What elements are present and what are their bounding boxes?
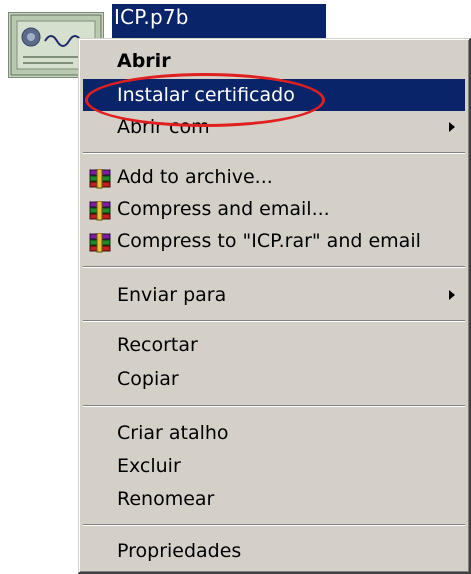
- winrar-icon: [88, 231, 112, 253]
- menu-item-label: Add to archive...: [117, 166, 273, 188]
- winrar-icon: [88, 199, 112, 221]
- menu-separator: [83, 405, 465, 407]
- menu-item-criar-atalho[interactable]: Criar atalho: [83, 417, 465, 449]
- submenu-arrow-icon: [449, 122, 455, 132]
- menu-item-label: Compress and email...: [117, 198, 330, 220]
- menu-item-label: Instalar certificado: [117, 84, 295, 106]
- menu-item-copiar[interactable]: Copiar: [83, 363, 465, 395]
- menu-item-compress-and-email[interactable]: Compress and email...: [83, 193, 465, 225]
- menu-item-label: Copiar: [117, 368, 179, 390]
- menu-item-excluir[interactable]: Excluir: [83, 450, 465, 482]
- menu-item-label: Abrir com: [117, 116, 210, 138]
- menu-item-label: Compress to "ICP.rar" and email: [117, 230, 421, 252]
- menu-item-label: Excluir: [117, 455, 181, 477]
- menu-item-label: Recortar: [117, 334, 198, 356]
- menu-item-label: Propriedades: [117, 540, 242, 562]
- menu-separator: [83, 152, 465, 154]
- menu-item-label: Abrir: [117, 50, 171, 72]
- submenu-arrow-icon: [449, 290, 455, 300]
- menu-item-label: Criar atalho: [117, 422, 229, 444]
- menu-item-enviar-para[interactable]: Enviar para: [83, 279, 465, 311]
- menu-item-label: Renomear: [117, 488, 215, 510]
- file-name-text: ICP.p7b: [114, 5, 189, 29]
- file-name-label[interactable]: ICP.p7b: [112, 4, 326, 38]
- menu-item-abrir[interactable]: Abrir: [83, 45, 465, 77]
- menu-separator: [83, 266, 465, 268]
- menu-item-label: Enviar para: [117, 284, 227, 306]
- menu-item-renomear[interactable]: Renomear: [83, 483, 465, 515]
- menu-item-abrir-com[interactable]: Abrir com: [83, 111, 465, 143]
- menu-item-compress-to-rar-and-email[interactable]: Compress to "ICP.rar" and email: [83, 225, 465, 257]
- context-menu: Abrir Instalar certificado Abrir com Add…: [78, 38, 471, 574]
- winrar-icon: [88, 167, 112, 189]
- menu-item-recortar[interactable]: Recortar: [83, 329, 465, 361]
- menu-item-add-to-archive[interactable]: Add to archive...: [83, 161, 465, 193]
- menu-separator: [83, 524, 465, 526]
- menu-separator: [83, 320, 465, 322]
- menu-item-propriedades[interactable]: Propriedades: [83, 535, 465, 567]
- menu-item-instalar-certificado[interactable]: Instalar certificado: [83, 79, 465, 111]
